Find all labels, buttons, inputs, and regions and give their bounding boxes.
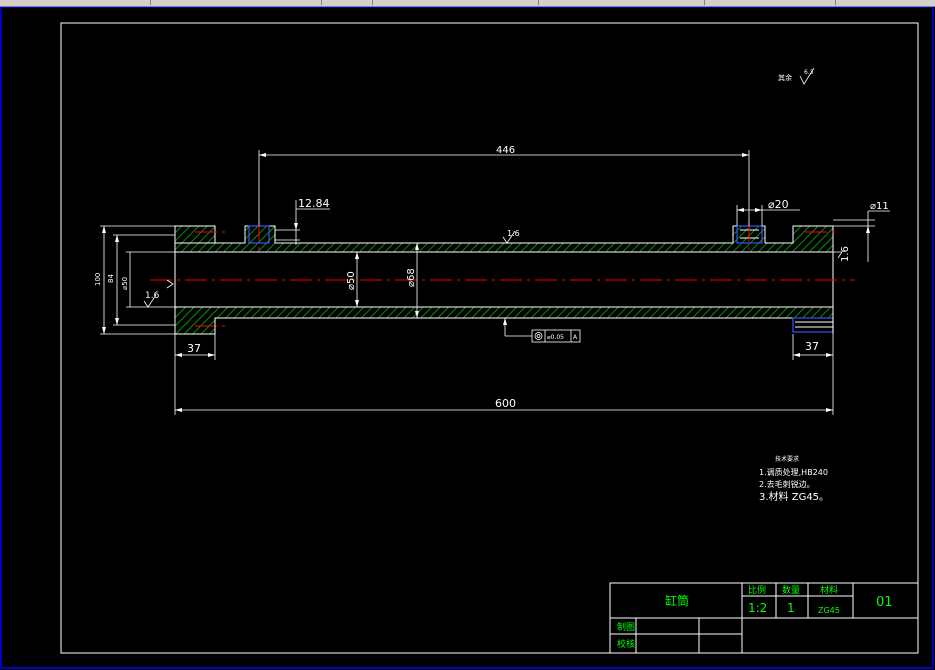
dim-dia20: ⌀20 (768, 198, 789, 211)
end-thread (792, 317, 834, 333)
hatch-region (174, 306, 834, 335)
drawn-label: 制图 (617, 621, 635, 633)
scale-label: 比例 (748, 584, 766, 596)
dim-446: 446 (496, 145, 515, 156)
dim-1-6-left: 1.6 (145, 291, 160, 301)
notes-line-1: 1.调质处理,HB240 (759, 467, 828, 477)
toolbar-strip (0, 0, 935, 7)
hatch-region (174, 225, 216, 244)
dim-100: 100 (94, 273, 102, 286)
dim-84: 84 (107, 274, 115, 283)
datum-marker (166, 279, 174, 289)
tolerance-frame: ⌀0.05 A (531, 329, 581, 343)
scale-value: 1:2 (748, 601, 767, 615)
roughness-note-value: 6.3 (804, 69, 814, 76)
tolerance-value: ⌀0.05 (547, 334, 564, 341)
notes-line-2: 2.去毛刺锐边。 (759, 479, 815, 489)
dim-dia50-tol: ⌀50 (121, 277, 129, 290)
toolbar-segment[interactable] (151, 0, 322, 5)
technical-notes: 技术要求 1.调质处理,HB240 2.去毛刺锐边。 3.材料 ZG45。 (759, 455, 829, 503)
toolbar-segment[interactable] (705, 0, 836, 5)
material-value: ZG45 (818, 606, 840, 615)
toolbar-segment[interactable] (836, 0, 935, 5)
toolbar-segment[interactable] (322, 0, 373, 5)
concentricity-icon (534, 332, 543, 340)
cad-application: 446 12.84 ⌀20 ⌀11 1.6 100 84 ⌀50 1.6 ⌀50… (0, 0, 935, 670)
toolbar-segment[interactable] (0, 0, 151, 5)
dim-12-84: 12.84 (298, 197, 330, 210)
toolbar-segment[interactable] (373, 0, 539, 5)
tolerance-datum: A (573, 334, 578, 341)
dim-37-left: 37 (187, 342, 201, 355)
roughness-note: 其余 6.3 (778, 69, 814, 82)
toolbar-segment[interactable] (539, 0, 705, 5)
dim-37-right: 37 (805, 340, 819, 353)
dim-dia68: ⌀68 (406, 268, 417, 287)
roughness-symbols (143, 67, 843, 308)
qty-label: 数量 (782, 584, 800, 596)
dimension-arrows (102, 153, 870, 412)
part-name: 缸筒 (665, 593, 689, 608)
dim-600: 600 (495, 397, 516, 410)
material-label: 材料 (820, 584, 838, 596)
title-block: 缸筒 比例 数量 材料 1:2 1 ZG45 01 制图 校核 (609, 582, 919, 654)
drawing-canvas[interactable]: 446 12.84 ⌀20 ⌀11 1.6 100 84 ⌀50 1.6 ⌀50… (0, 7, 935, 670)
dim-dia11: ⌀11 (870, 201, 889, 212)
roughness-note-label: 其余 (778, 73, 792, 82)
notes-line-3: 3.材料 ZG45。 (759, 490, 829, 503)
qty-value: 1 (787, 601, 795, 615)
dimension-texts: 446 12.84 ⌀20 ⌀11 1.6 100 84 ⌀50 1.6 ⌀50… (94, 145, 889, 410)
drawing-frame (60, 22, 919, 654)
dimension-lines (100, 150, 890, 415)
dim-1-6: 1.6 (840, 246, 851, 262)
drawing-number: 01 (876, 595, 893, 610)
notes-title: 技术要求 (775, 455, 799, 463)
dim-dia50: ⌀50 (346, 271, 357, 290)
checked-label: 校核 (617, 638, 635, 650)
